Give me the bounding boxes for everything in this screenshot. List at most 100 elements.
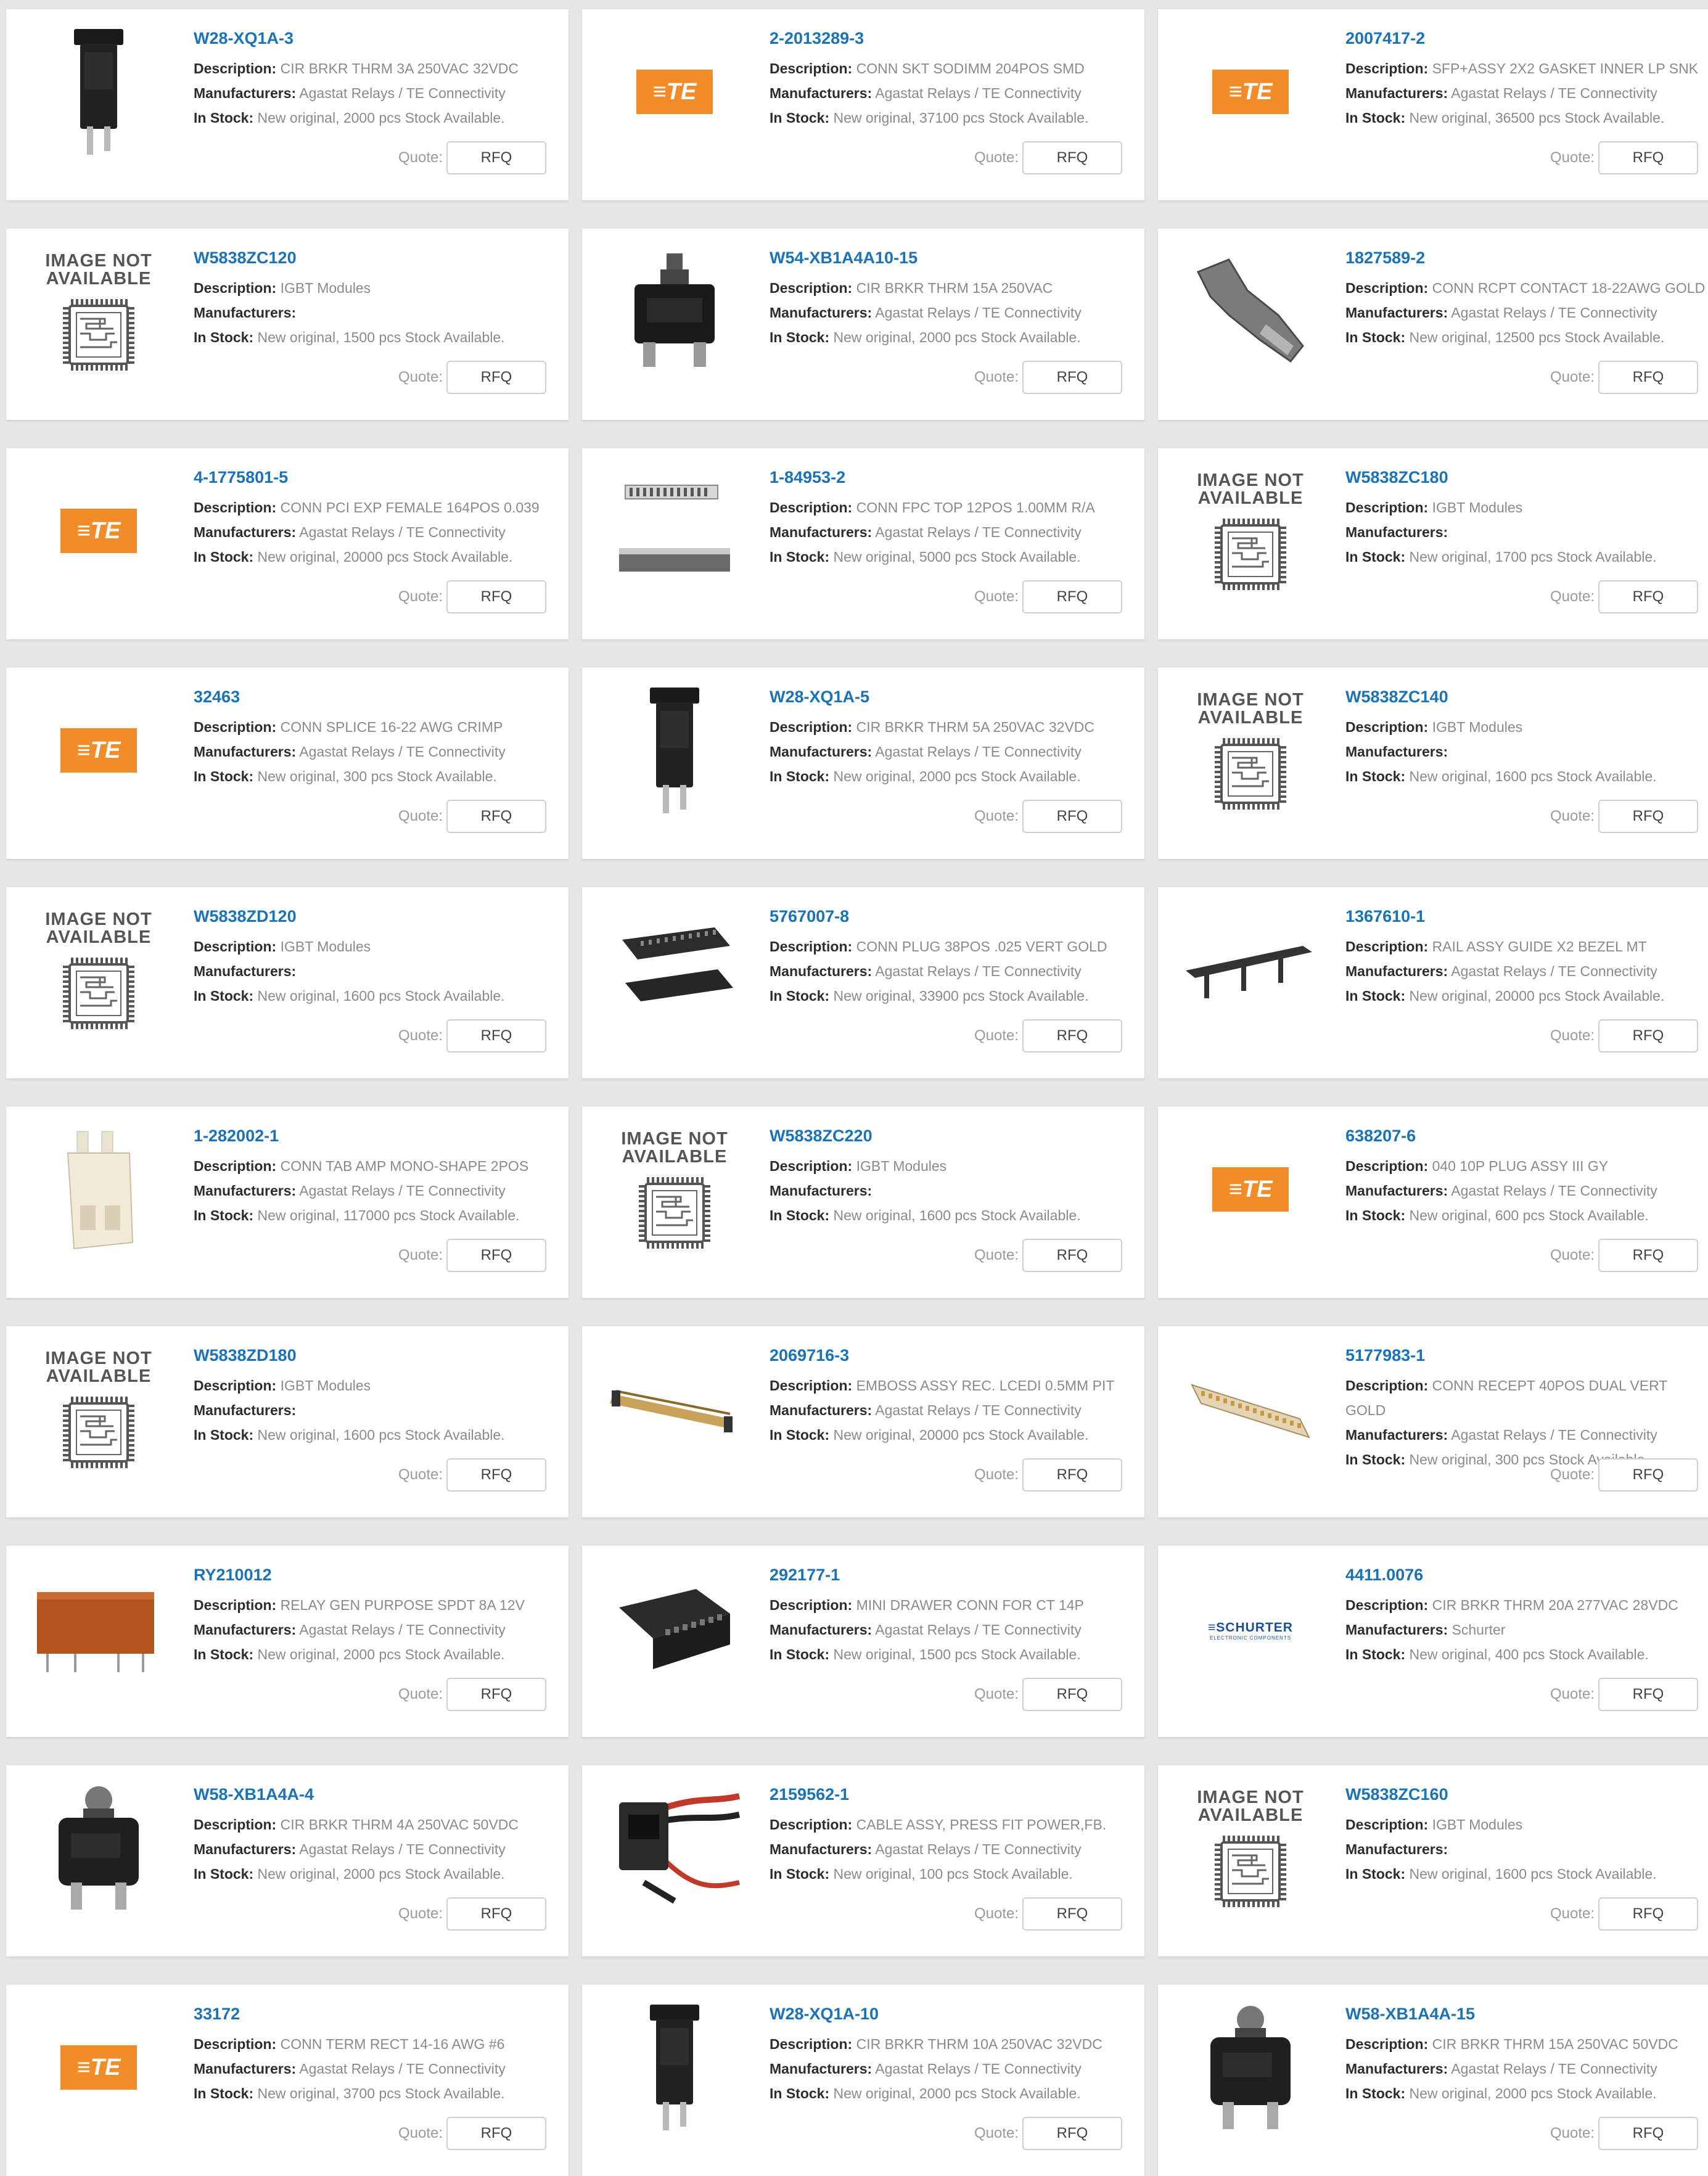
rfq-button[interactable]: RFQ <box>446 800 546 833</box>
part-number-link[interactable]: W5838ZC220 <box>770 1125 1144 1146</box>
part-number-link[interactable]: 1-84953-2 <box>770 467 1144 488</box>
te-logo[interactable]: ≡TE <box>594 23 755 165</box>
image-not-available[interactable]: IMAGE NOT AVAILABLE <box>18 901 179 1043</box>
emboss-connector-icon[interactable] <box>594 1340 755 1482</box>
rfq-button[interactable]: RFQ <box>1598 1458 1698 1492</box>
part-number-link[interactable]: 4-1775801-5 <box>194 467 569 488</box>
part-number-link[interactable]: 5177983-1 <box>1345 1345 1708 1366</box>
stock-row: In Stock: New original, 2000 pcs Stock A… <box>770 325 1144 350</box>
part-number-link[interactable]: W58-XB1A4A-15 <box>1345 2003 1708 2024</box>
description-row: Description: EMBOSS ASSY REC. LCEDI 0.5M… <box>770 1373 1144 1398</box>
breaker-round-icon[interactable] <box>1170 1998 1331 2140</box>
manufacturers-row: Manufacturers: Agastat Relays / TE Conne… <box>770 1617 1144 1642</box>
part-number-link[interactable]: W54-XB1A4A10-15 <box>770 247 1144 268</box>
rfq-button[interactable]: RFQ <box>446 2117 546 2150</box>
image-not-available[interactable]: IMAGE NOT AVAILABLE <box>18 1340 179 1482</box>
part-number-link[interactable]: 32463 <box>194 686 569 707</box>
part-number-link[interactable]: W5838ZD180 <box>194 1345 569 1366</box>
cable-assy-icon[interactable] <box>594 1779 755 1921</box>
part-number-link[interactable]: W28-XQ1A-10 <box>770 2003 1144 2024</box>
rfq-button[interactable]: RFQ <box>446 361 546 394</box>
te-logo[interactable]: ≡TE <box>1170 23 1331 165</box>
part-number-link[interactable]: W5838ZC120 <box>194 247 569 268</box>
image-not-available[interactable]: IMAGE NOT AVAILABLE <box>1170 681 1331 823</box>
part-number-link[interactable]: 1367610-1 <box>1345 906 1708 927</box>
part-number-link[interactable]: 1827589-2 <box>1345 247 1708 268</box>
rfq-button[interactable]: RFQ <box>1598 800 1698 833</box>
tab-connector-icon[interactable] <box>18 1120 179 1262</box>
rfq-button[interactable]: RFQ <box>1022 580 1122 614</box>
rfq-button[interactable]: RFQ <box>446 141 546 174</box>
rfq-button[interactable]: RFQ <box>446 580 546 614</box>
part-number-link[interactable]: 638207-6 <box>1345 1125 1708 1146</box>
quote-label: Quote: <box>1550 149 1595 166</box>
stock-value: New original, 117000 pcs Stock Available… <box>257 1207 520 1223</box>
part-number-link[interactable]: 2159562-1 <box>770 1784 1144 1805</box>
rfq-button[interactable]: RFQ <box>1022 141 1122 174</box>
rfq-button[interactable]: RFQ <box>446 1458 546 1492</box>
image-not-available[interactable]: IMAGE NOT AVAILABLE <box>1170 1779 1331 1921</box>
part-number-link[interactable]: 1-282002-1 <box>194 1125 569 1146</box>
fpc-connector-icon[interactable] <box>594 462 755 604</box>
part-number-link[interactable]: W5838ZD120 <box>194 906 569 927</box>
rfq-button[interactable]: RFQ <box>1598 141 1698 174</box>
image-not-available[interactable]: IMAGE NOT AVAILABLE <box>594 1120 755 1262</box>
rfq-button[interactable]: RFQ <box>446 1897 546 1931</box>
receptacle-icon[interactable] <box>1170 1340 1331 1482</box>
rfq-button[interactable]: RFQ <box>1022 1678 1122 1711</box>
part-number-link[interactable]: W5838ZC140 <box>1345 686 1708 707</box>
rfq-button[interactable]: RFQ <box>1022 1897 1122 1931</box>
rfq-button[interactable]: RFQ <box>1022 1019 1122 1053</box>
part-number-link[interactable]: 5767007-8 <box>770 906 1144 927</box>
rfq-button[interactable]: RFQ <box>1598 1678 1698 1711</box>
product-card-2-2013289-3: ≡TE 2-2013289-3 Description: CONN SKT SO… <box>582 9 1144 200</box>
part-number-link[interactable]: 33172 <box>194 2003 569 2024</box>
te-logo[interactable]: ≡TE <box>18 681 179 823</box>
part-number-link[interactable]: 4411.0076 <box>1345 1564 1708 1585</box>
rfq-button[interactable]: RFQ <box>446 1678 546 1711</box>
rfq-button[interactable]: RFQ <box>446 1019 546 1053</box>
description-value: IGBT Modules <box>1432 499 1523 515</box>
rfq-button[interactable]: RFQ <box>446 1239 546 1272</box>
part-number-link[interactable]: 292177-1 <box>770 1564 1144 1585</box>
rfq-button[interactable]: RFQ <box>1022 1458 1122 1492</box>
part-number-link[interactable]: W28-XQ1A-3 <box>194 28 569 49</box>
rfq-button[interactable]: RFQ <box>1598 1019 1698 1053</box>
rfq-button[interactable]: RFQ <box>1022 361 1122 394</box>
part-number-link[interactable]: W28-XQ1A-5 <box>770 686 1144 707</box>
relay-icon[interactable] <box>18 1559 179 1701</box>
te-logo[interactable]: ≡TE <box>18 1998 179 2140</box>
rfq-button[interactable]: RFQ <box>1598 580 1698 614</box>
plug-connector-icon[interactable] <box>594 901 755 1043</box>
schurter-logo[interactable]: ≡SCHURTER ELECTRONIC COMPONENTS <box>1170 1559 1331 1701</box>
breaker-button-icon[interactable] <box>594 242 755 384</box>
rfq-button[interactable]: RFQ <box>1022 2117 1122 2150</box>
te-logo[interactable]: ≡TE <box>1170 1120 1331 1262</box>
rfq-button[interactable]: RFQ <box>1022 800 1122 833</box>
rfq-button[interactable]: RFQ <box>1022 1239 1122 1272</box>
part-number-link[interactable]: 2007417-2 <box>1345 28 1708 49</box>
product-card-1367610-1: 1367610-1 Description: RAIL ASSY GUIDE X… <box>1158 887 1708 1078</box>
part-number-link[interactable]: W5838ZC180 <box>1345 467 1708 488</box>
manufacturers-label: Manufacturers: <box>1345 744 1448 760</box>
part-number-link[interactable]: W5838ZC160 <box>1345 1784 1708 1805</box>
rfq-button[interactable]: RFQ <box>1598 1239 1698 1272</box>
breaker-tall-icon[interactable] <box>18 23 179 165</box>
part-number-link[interactable]: 2-2013289-3 <box>770 28 1144 49</box>
image-not-available-text: IMAGE NOT AVAILABLE <box>1197 1787 1304 1825</box>
part-number-link[interactable]: 2069716-3 <box>770 1345 1144 1366</box>
rfq-button[interactable]: RFQ <box>1598 1897 1698 1931</box>
contact-icon[interactable] <box>1170 242 1331 384</box>
image-not-available[interactable]: IMAGE NOT AVAILABLE <box>1170 462 1331 604</box>
rail-icon[interactable] <box>1170 901 1331 1043</box>
breaker-round-icon[interactable] <box>18 1779 179 1921</box>
drawer-connector-icon[interactable] <box>594 1559 755 1701</box>
rfq-button[interactable]: RFQ <box>1598 361 1698 394</box>
image-not-available[interactable]: IMAGE NOT AVAILABLE <box>18 242 179 384</box>
rfq-button[interactable]: RFQ <box>1598 2117 1698 2150</box>
part-number-link[interactable]: W58-XB1A4A-4 <box>194 1784 569 1805</box>
breaker-tall-icon[interactable] <box>594 681 755 823</box>
part-number-link[interactable]: RY210012 <box>194 1564 569 1585</box>
te-logo[interactable]: ≡TE <box>18 462 179 604</box>
breaker-tall-icon[interactable] <box>594 1998 755 2140</box>
